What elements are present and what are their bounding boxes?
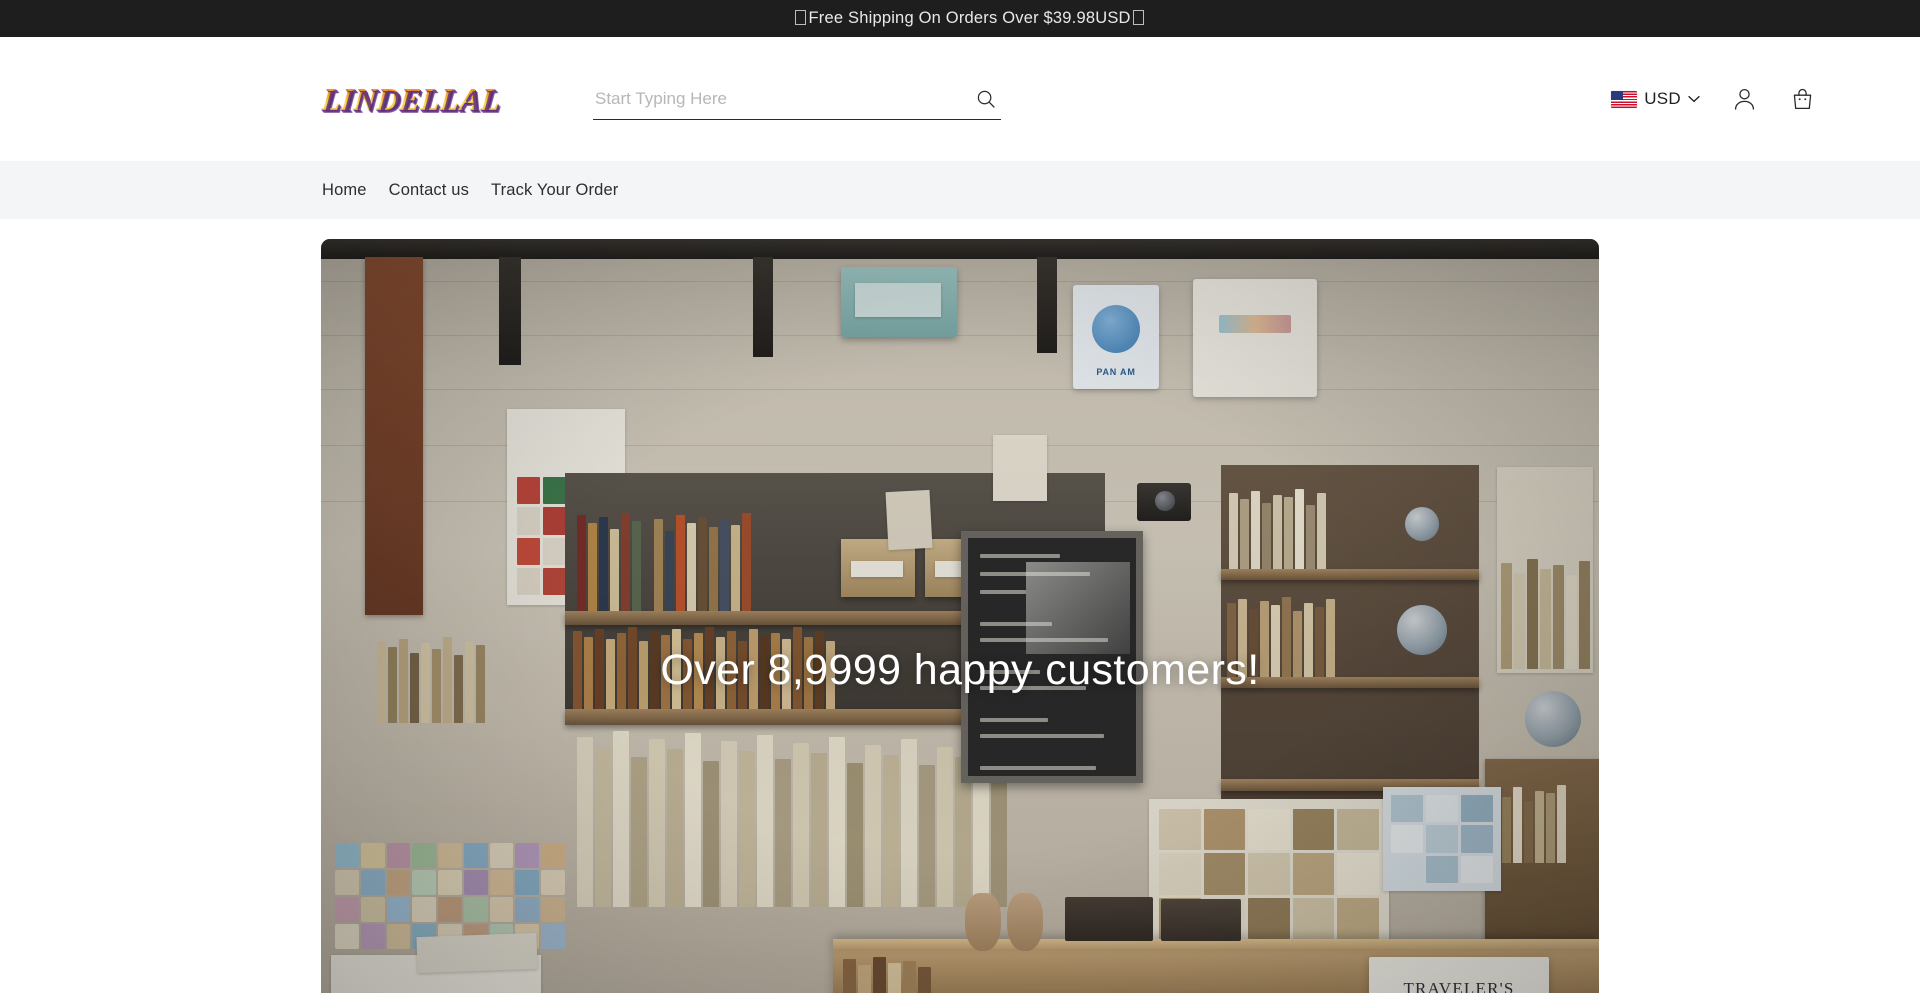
missing-glyph-icon (1132, 10, 1144, 25)
hero-section: PAN AM TRAVELER'S Over 8,9999 happy cust… (0, 219, 1920, 993)
travelers-notebook-tote: TRAVELER'S notebook (1369, 957, 1549, 993)
site-logo[interactable]: LINDELLAL (320, 82, 502, 117)
announcement-message: Free Shipping On Orders Over $39.98USD (808, 9, 1131, 27)
nav-item-track-your-order[interactable]: Track Your Order (491, 181, 618, 200)
hero-image: PAN AM TRAVELER'S (321, 239, 1599, 993)
nav-item-contact-us[interactable]: Contact us (389, 181, 469, 200)
nav-list: Home Contact us Track Your Order (322, 181, 618, 200)
nav-link-home[interactable]: Home (322, 181, 367, 199)
main-navigation: Home Contact us Track Your Order (0, 161, 1920, 219)
nav-item-home[interactable]: Home (322, 181, 367, 200)
logo-text: LINDELLAL (320, 81, 503, 117)
ceiling-beam (321, 239, 1599, 259)
wall-bracket (499, 257, 521, 365)
currency-selector[interactable]: USD (1611, 89, 1700, 109)
wall-bracket (753, 257, 773, 357)
search-icon (977, 90, 995, 108)
account-button[interactable] (1730, 85, 1758, 113)
cart-button[interactable] (1788, 85, 1816, 113)
shopping-bag-icon (1793, 88, 1811, 110)
header-actions: USD (1611, 85, 1840, 113)
nav-link-contact-us[interactable]: Contact us (389, 181, 469, 199)
site-header: LINDELLAL USD (0, 37, 1920, 161)
flat-box (1161, 899, 1241, 941)
globe-decor (1405, 507, 1439, 541)
pan-am-sign: PAN AM (1073, 285, 1159, 389)
missing-glyph-icon (795, 10, 807, 25)
user-icon (1734, 88, 1754, 110)
search-bar[interactable] (593, 79, 1001, 120)
tote-brand-line-1: TRAVELER'S (1403, 979, 1515, 993)
chevron-down-icon (1688, 95, 1700, 103)
currency-code: USD (1644, 89, 1681, 108)
notebook-row-table (843, 955, 953, 993)
canvas-tote-hanging (1193, 279, 1317, 397)
flat-box (1065, 897, 1153, 941)
book-row (1229, 489, 1355, 569)
wall-poster (993, 435, 1047, 501)
wall-bracket (1037, 257, 1057, 353)
hero-banner[interactable]: PAN AM TRAVELER'S Over 8,9999 happy cust… (321, 239, 1599, 993)
sandal (965, 893, 1001, 951)
globe-decor (1525, 691, 1581, 747)
wood-post (365, 257, 423, 615)
announcement-bar: Free Shipping On Orders Over $39.98USD (0, 0, 1920, 37)
nav-link-track-your-order[interactable]: Track Your Order (491, 181, 618, 199)
book-row (577, 511, 823, 611)
sandal (1007, 893, 1043, 951)
us-flag-icon (1611, 90, 1638, 108)
wall-poster (885, 489, 933, 551)
hero-headline: Over 8,9999 happy customers! (660, 646, 1260, 694)
search-input[interactable] (593, 79, 1001, 118)
search-submit-button[interactable] (973, 86, 999, 112)
paper-stack (416, 932, 538, 974)
